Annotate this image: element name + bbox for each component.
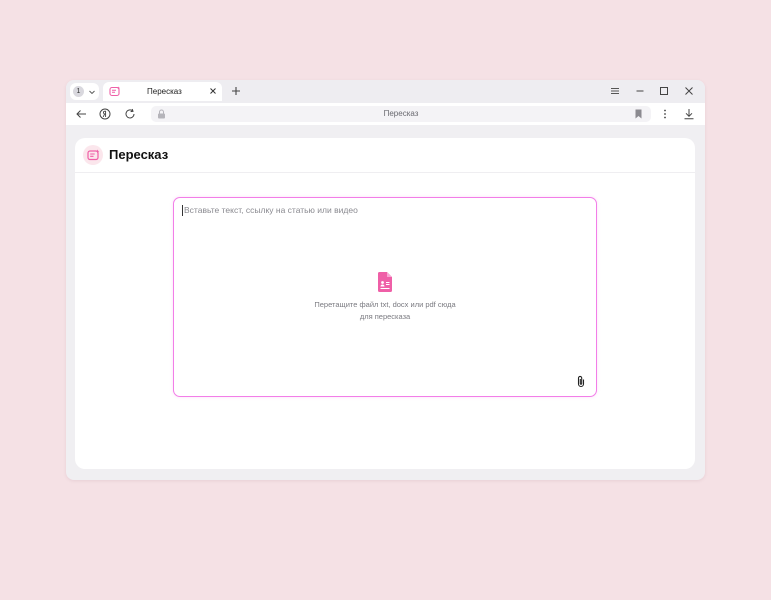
download-icon[interactable]	[683, 108, 695, 120]
drop-hint-line-2: для пересказа	[359, 312, 411, 321]
browser-window: 1 Пересказ Пересказ Пересказ Вставьте те…	[66, 80, 705, 480]
navigation-toolbar: Пересказ	[66, 103, 705, 125]
bookmark-icon[interactable]	[634, 109, 643, 119]
tab-bar: 1 Пересказ	[66, 80, 705, 103]
summary-logo-icon	[83, 145, 103, 165]
page-content: Пересказ Вставьте текст, ссылку на стать…	[75, 138, 695, 469]
chevron-down-icon	[89, 90, 95, 94]
tab-active[interactable]: Пересказ	[103, 82, 222, 101]
address-bar[interactable]: Пересказ	[151, 106, 651, 122]
page-title: Пересказ	[109, 147, 169, 162]
tab-counter-button[interactable]: 1	[70, 83, 99, 100]
close-icon[interactable]	[209, 87, 217, 95]
tab-title: Пересказ	[147, 87, 182, 96]
menu-icon[interactable]	[610, 86, 620, 96]
file-icon	[377, 272, 393, 292]
plus-icon[interactable]	[230, 85, 242, 97]
close-window-icon[interactable]	[684, 86, 694, 96]
reload-icon[interactable]	[124, 108, 136, 120]
back-arrow-icon[interactable]	[75, 108, 87, 120]
tab-count: 1	[73, 86, 84, 97]
drop-hint: Перетащите файл txt, docx или pdf сюда д…	[174, 299, 596, 323]
address-text: Пересказ	[383, 109, 419, 118]
paperclip-icon[interactable]	[576, 375, 586, 388]
text-drop-area[interactable]: Вставьте текст, ссылку на статью или вид…	[173, 197, 597, 397]
yandex-icon[interactable]	[99, 108, 111, 120]
minimize-icon[interactable]	[635, 86, 645, 96]
maximize-icon[interactable]	[659, 86, 669, 96]
summary-icon	[109, 86, 121, 98]
more-vertical-icon[interactable]	[659, 108, 671, 120]
page-header: Пересказ	[75, 138, 695, 173]
drop-hint-line-1: Перетащите файл txt, docx или pdf сюда	[314, 300, 456, 309]
text-input-placeholder[interactable]: Вставьте текст, ссылку на статью или вид…	[182, 205, 358, 216]
